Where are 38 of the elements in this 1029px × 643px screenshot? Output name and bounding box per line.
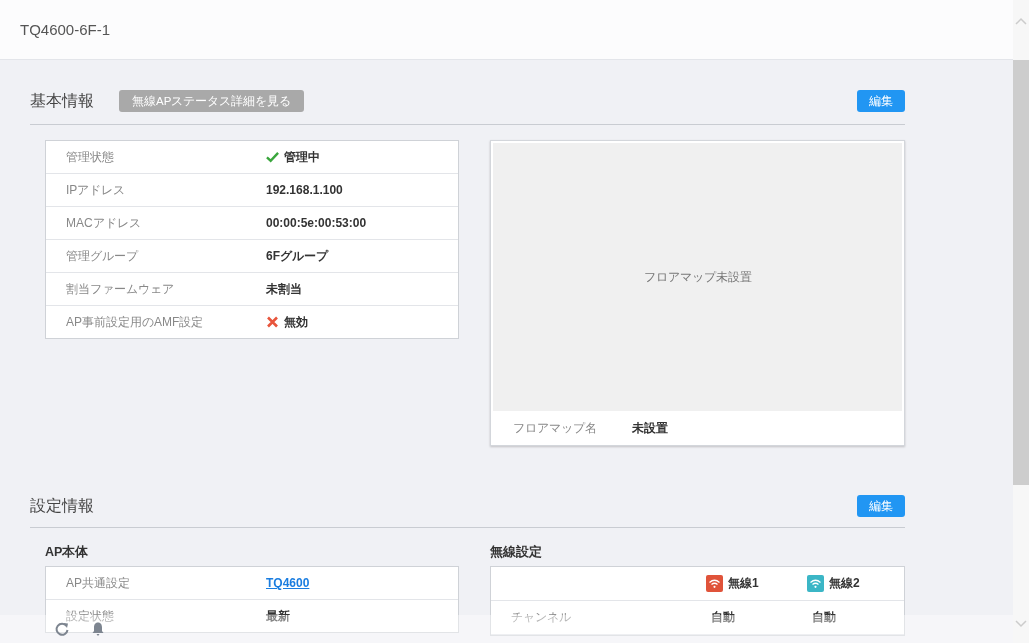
row-label: 管理状態 xyxy=(65,148,115,166)
row-value: 自動 xyxy=(811,609,837,626)
status-detail-button[interactable]: 無線APステータス詳細を見る xyxy=(119,90,305,112)
scrollbar[interactable] xyxy=(1013,0,1029,643)
value-link[interactable]: TQ4600 xyxy=(266,576,310,590)
row-value: 未割当 xyxy=(266,280,302,298)
radio-label: 無線2 xyxy=(829,575,860,592)
radio-label: 無線1 xyxy=(728,575,759,592)
subsection-title: 無線設定 xyxy=(490,544,543,560)
row-value: 無効 xyxy=(284,313,308,331)
row-label: チャンネル xyxy=(510,609,572,626)
row-label: MACアドレス xyxy=(65,214,142,232)
row-value: 自動 xyxy=(710,609,736,626)
scroll-down-icon[interactable] xyxy=(1015,620,1027,628)
row-label: IPアドレス xyxy=(65,181,127,199)
row-label: 設定状態 xyxy=(65,607,115,625)
subsection-title: AP本体 xyxy=(45,544,90,560)
row-value: 管理中 xyxy=(284,148,320,166)
row-label: 管理グループ xyxy=(65,247,140,265)
row-value: 192.168.1.100 xyxy=(266,183,343,197)
scrollbar-thumb[interactable] xyxy=(1013,60,1029,485)
section-title: 基本情報 xyxy=(30,90,94,111)
row-label: 割当ファームウェア xyxy=(65,280,175,298)
row-label: AP事前設定用のAMF設定 xyxy=(65,313,205,331)
row-value: 最新 xyxy=(266,607,290,625)
empty-map-text: フロアマップ未設置 xyxy=(643,268,752,286)
row-value: 6Fグループ xyxy=(266,247,328,265)
row-value: 未設置 xyxy=(632,419,668,437)
row-value: 00:00:5e:00:53:00 xyxy=(266,216,367,230)
section-title: 設定情報 xyxy=(30,495,94,516)
refresh-icon[interactable] xyxy=(54,621,70,637)
edit-button[interactable]: 編集 xyxy=(857,495,905,517)
bell-icon[interactable] xyxy=(90,621,106,637)
row-label: AP共通設定 xyxy=(65,574,131,592)
edit-button[interactable]: 編集 xyxy=(857,90,905,112)
row-label: フロアマップ名 xyxy=(512,419,598,437)
scroll-up-icon[interactable] xyxy=(1015,17,1027,25)
page-title: TQ4600-6F-1 xyxy=(20,21,111,38)
